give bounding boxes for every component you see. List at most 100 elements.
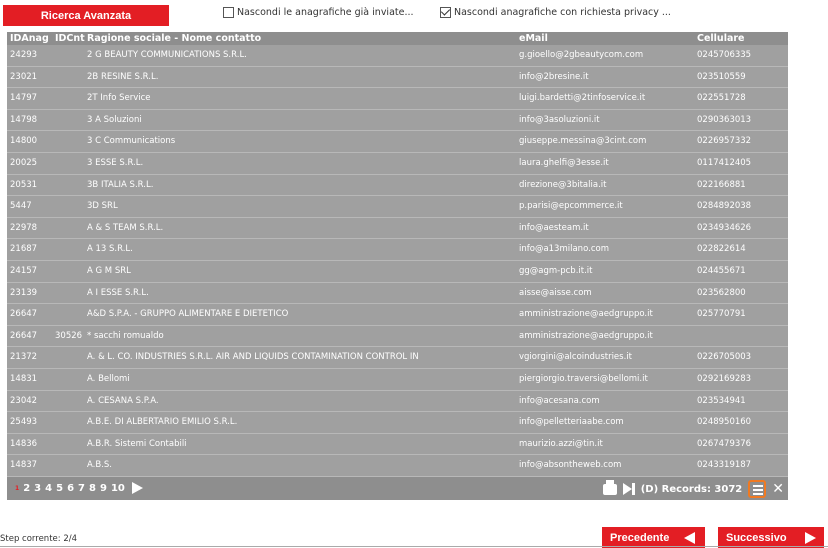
close-icon[interactable]: ✕ bbox=[772, 481, 784, 497]
prev-button[interactable]: Precedente bbox=[602, 527, 705, 548]
cell-email: info@a13milano.com bbox=[519, 244, 609, 255]
checkbox-box[interactable] bbox=[223, 7, 234, 18]
cell-idanag: 21372 bbox=[10, 352, 38, 363]
cell-idcnt bbox=[55, 67, 85, 88]
page-link[interactable]: 2 bbox=[23, 483, 30, 494]
cell-ragione-sociale: A&D S.P.A. - GRUPPO ALIMENTARE E DIETETI… bbox=[87, 309, 289, 320]
cell-cellulare: 024455671 bbox=[697, 266, 746, 276]
cell-idcnt bbox=[55, 218, 85, 239]
page-link[interactable]: 5 bbox=[56, 483, 63, 494]
hide-sent-checkbox[interactable]: Nascondi le anagrafiche già inviate... bbox=[223, 7, 414, 18]
last-page-icon[interactable] bbox=[622, 483, 635, 495]
cell-cellulare: 023562800 bbox=[697, 287, 746, 298]
cell-email: vgiorgini@alcoindustries.it bbox=[519, 352, 632, 363]
cell-idcnt bbox=[55, 45, 85, 66]
page-link[interactable]: 6 bbox=[67, 483, 74, 494]
cell-cellulare: 0117412405 bbox=[697, 158, 752, 168]
col-header-idcnt[interactable]: IDCnt bbox=[55, 32, 85, 45]
next-button[interactable]: Successivo bbox=[718, 527, 824, 548]
table-row[interactable]: 23042 A. CESANA S.P.A. info@acesana.com 023… bbox=[7, 391, 788, 413]
cell-email: info@absontheweb.com bbox=[519, 460, 622, 471]
table-row[interactable]: 14831 A. Bellomi piergiorgio.traversi@bell… bbox=[7, 369, 788, 391]
cell-idanag: 22978 bbox=[10, 222, 38, 233]
cell-idcnt bbox=[55, 110, 85, 131]
table-row[interactable]: 22978 A & S TEAM S.R.L. info@aesteam.it 023… bbox=[7, 218, 788, 240]
grid-header: IDAnag IDCnt Ragione sociale - Nome cont… bbox=[7, 32, 788, 45]
table-row[interactable]: 21372 A. & L. CO. INDUSTRIES S.R.L. AIR A… bbox=[7, 347, 788, 369]
cell-email: amministrazione@aedgruppo.it bbox=[519, 330, 653, 341]
print-icon[interactable] bbox=[602, 479, 617, 495]
col-header-idanag[interactable]: IDAnag bbox=[10, 32, 55, 45]
prev-label: Precedente bbox=[610, 531, 670, 544]
cell-cellulare: 0267479376 bbox=[697, 438, 752, 449]
cell-cellulare: 0245706335 bbox=[697, 50, 752, 60]
table-row[interactable]: 24157 A G M SRL gg@agm-pcb.it.it 024455671 bbox=[7, 261, 788, 283]
cell-ragione-sociale: A.B.R. Sistemi Contabili bbox=[87, 438, 187, 449]
table-row[interactable]: 21687 A 13 S.R.L. info@a13milano.com 022822… bbox=[7, 239, 788, 261]
cell-idanag: 14798 bbox=[10, 114, 38, 125]
cell-idanag: 23139 bbox=[10, 287, 38, 298]
cell-ragione-sociale: 2 G BEAUTY COMMUNICATIONS S.R.L. bbox=[87, 50, 247, 60]
page-link[interactable]: 9 bbox=[100, 483, 107, 494]
cell-idanag: 26647 bbox=[10, 309, 38, 320]
cell-ragione-sociale: 3 A Soluzioni bbox=[87, 114, 142, 125]
cell-cellulare bbox=[697, 326, 787, 347]
cell-email: info@3asoluzioni.it bbox=[519, 114, 600, 125]
cell-email: gg@agm-pcb.it.it bbox=[519, 266, 593, 276]
table-row[interactable]: 5447 3D SRL p.parisi@epcommerce.it 02848920… bbox=[7, 196, 788, 218]
col-header-cellulare[interactable]: Cellulare bbox=[697, 32, 787, 45]
table-row[interactable]: 14836 A.B.R. Sistemi Contabili maurizio.az… bbox=[7, 434, 788, 456]
table-row[interactable]: 20531 3B ITALIA S.R.L. direzione@3bitalia.… bbox=[7, 175, 788, 197]
cell-cellulare: 022166881 bbox=[697, 179, 746, 190]
page-link[interactable]: 4 bbox=[45, 483, 52, 494]
cell-cellulare: 0284892038 bbox=[697, 201, 752, 212]
cell-cellulare: 0226957332 bbox=[697, 136, 752, 147]
hide-privacy-label: Nascondi anagrafiche con richiesta priva… bbox=[454, 7, 671, 18]
page-link[interactable]: 8 bbox=[89, 483, 96, 494]
table-row[interactable]: 14837 A.B.S. info@absontheweb.com 024331918… bbox=[7, 455, 788, 477]
pager-bar: 1 2 3 4 5 6 7 8 9 10 (D) Records: 3072 ✕ bbox=[7, 477, 788, 500]
next-pages-icon[interactable] bbox=[131, 482, 143, 494]
advanced-search-button[interactable]: Ricerca Avanzata Anagrafiche bbox=[3, 5, 169, 43]
table-row[interactable]: 26647 30526 * sacchi romualdo amministrazio… bbox=[7, 326, 788, 348]
col-header-ragione-sociale[interactable]: Ragione sociale - Nome contatto bbox=[87, 32, 517, 45]
checkbox-box[interactable] bbox=[440, 7, 451, 18]
table-row[interactable]: 23139 A I ESSE S.R.L. aisse@aisse.com 02356… bbox=[7, 283, 788, 305]
cell-idcnt bbox=[55, 391, 85, 412]
cell-idanag: 23021 bbox=[10, 71, 38, 82]
cell-cellulare: 0243319187 bbox=[697, 460, 752, 471]
cell-cellulare: 0292169283 bbox=[697, 374, 752, 384]
cell-email: info@pelletteriaabe.com bbox=[519, 417, 624, 428]
table-row[interactable]: 14798 3 A Soluzioni info@3asoluzioni.it 029… bbox=[7, 110, 788, 132]
cell-cellulare: 0248950160 bbox=[697, 417, 752, 428]
cell-idanag: 21687 bbox=[10, 244, 38, 255]
pager-actions: (D) Records: 3072 ✕ bbox=[597, 479, 784, 498]
table-row[interactable]: 23021 2B RESINE S.R.L. info@2bresine.it 023… bbox=[7, 67, 788, 89]
cell-idcnt bbox=[55, 347, 85, 368]
list-icon[interactable] bbox=[748, 480, 767, 498]
page-link[interactable]: 3 bbox=[34, 483, 41, 494]
cell-ragione-sociale: A & S TEAM S.R.L. bbox=[87, 222, 164, 233]
table-row[interactable]: 26647 A&D S.P.A. - GRUPPO ALIMENTARE E DI… bbox=[7, 304, 788, 326]
table-row[interactable]: 20025 3 ESSE S.R.L. laura.ghelfi@3esse.it 0… bbox=[7, 153, 788, 175]
cell-cellulare: 023534941 bbox=[697, 395, 746, 406]
page-link[interactable]: 7 bbox=[78, 483, 85, 494]
cell-idcnt bbox=[55, 88, 85, 109]
cell-email: info@aesteam.it bbox=[519, 222, 589, 233]
cell-email: amministrazione@aedgruppo.it bbox=[519, 309, 653, 320]
cell-idcnt bbox=[55, 196, 85, 217]
table-row[interactable]: 25493 A.B.E. DI ALBERTARIO EMILIO S.R.L. i… bbox=[7, 412, 788, 434]
cell-ragione-sociale: A G M SRL bbox=[87, 266, 131, 276]
cell-email: giuseppe.messina@3cint.com bbox=[519, 136, 647, 147]
col-header-email[interactable]: eMail bbox=[519, 32, 694, 45]
page-link[interactable]: 10 bbox=[111, 483, 125, 494]
table-row[interactable]: 14797 2T Info Service luigi.bardetti@2tinf… bbox=[7, 88, 788, 110]
cell-ragione-sociale: 2T Info Service bbox=[87, 93, 151, 104]
next-label: Successivo bbox=[726, 531, 787, 544]
table-row[interactable]: 24293 2 G BEAUTY COMMUNICATIONS S.R.L. g.g… bbox=[7, 45, 788, 67]
cell-idanag: 20531 bbox=[10, 179, 38, 190]
table-row[interactable]: 14800 3 C Communications giuseppe.messina@… bbox=[7, 131, 788, 153]
hide-privacy-checkbox[interactable]: Nascondi anagrafiche con richiesta priva… bbox=[440, 7, 671, 18]
cell-email: info@acesana.com bbox=[519, 395, 600, 406]
cell-idanag: 20025 bbox=[10, 158, 38, 168]
